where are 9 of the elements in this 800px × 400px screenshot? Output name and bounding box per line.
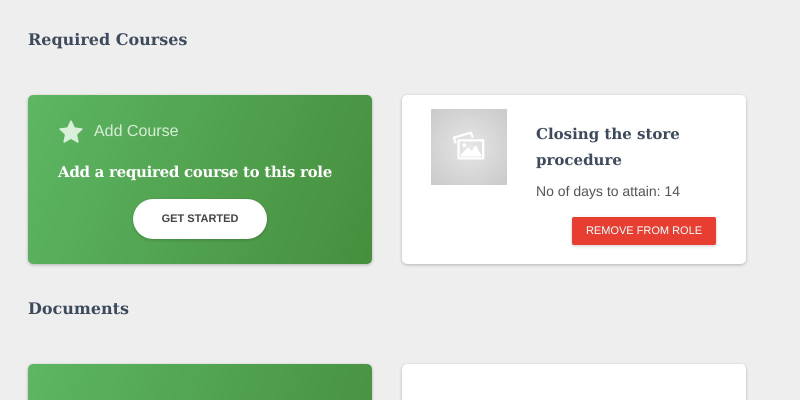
- card-heading: Add a required course to this role: [58, 163, 333, 181]
- remove-button[interactable]: REMOVE FROM ROLE: [572, 217, 716, 245]
- section-title: Documents: [28, 298, 130, 320]
- get-started-button[interactable]: GET STARTED: [133, 199, 267, 239]
- card-label: Add Course: [94, 123, 178, 141]
- course-meta: No of days to attain: 14: [536, 183, 681, 199]
- star-icon: [58, 119, 84, 145]
- section-title: Required Courses: [28, 29, 188, 51]
- course-title: Closing the store procedure: [536, 124, 681, 171]
